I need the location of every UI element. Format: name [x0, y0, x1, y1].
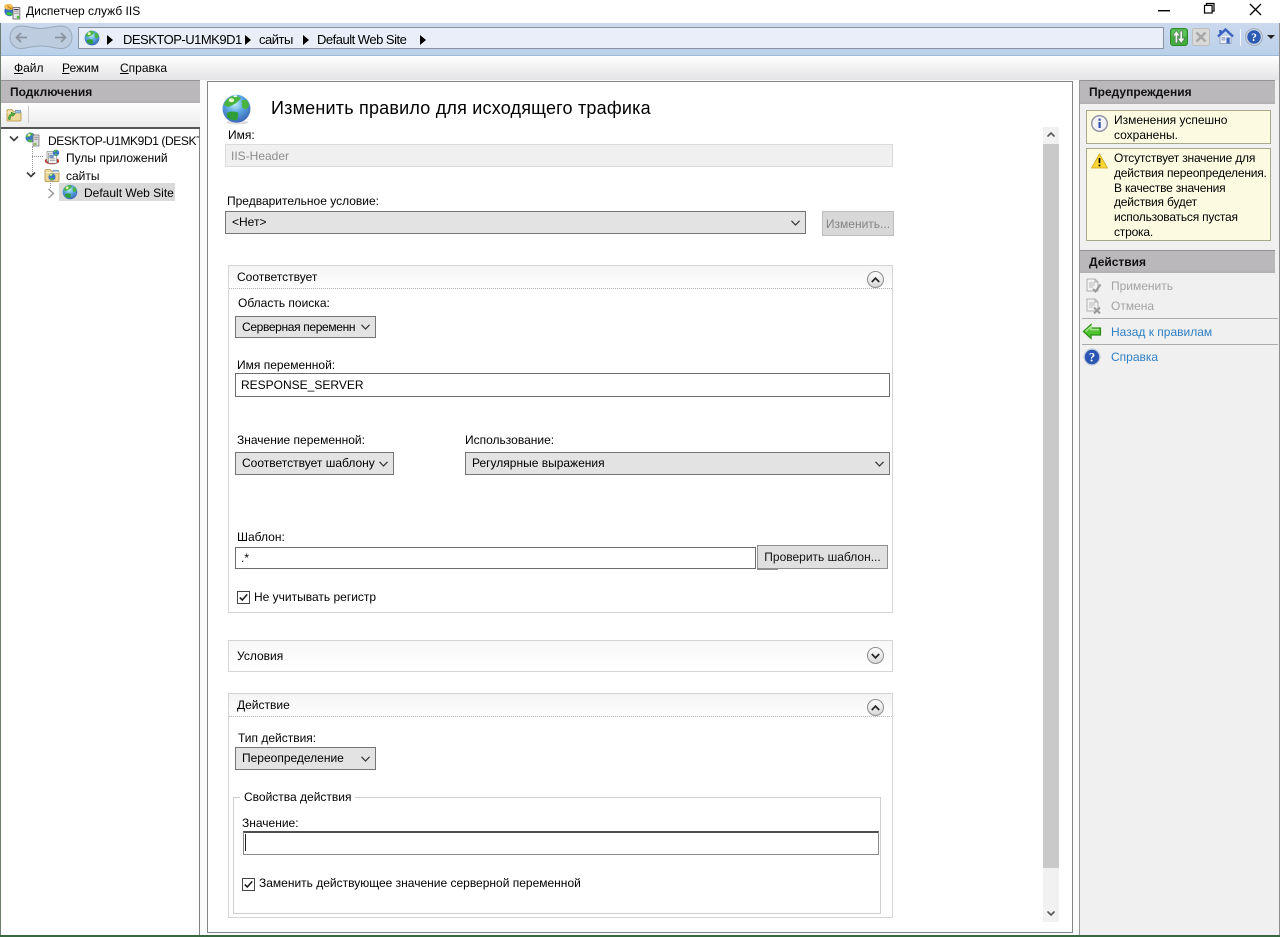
- svg-text:?: ?: [1251, 32, 1257, 44]
- svg-text:?: ?: [1089, 351, 1095, 365]
